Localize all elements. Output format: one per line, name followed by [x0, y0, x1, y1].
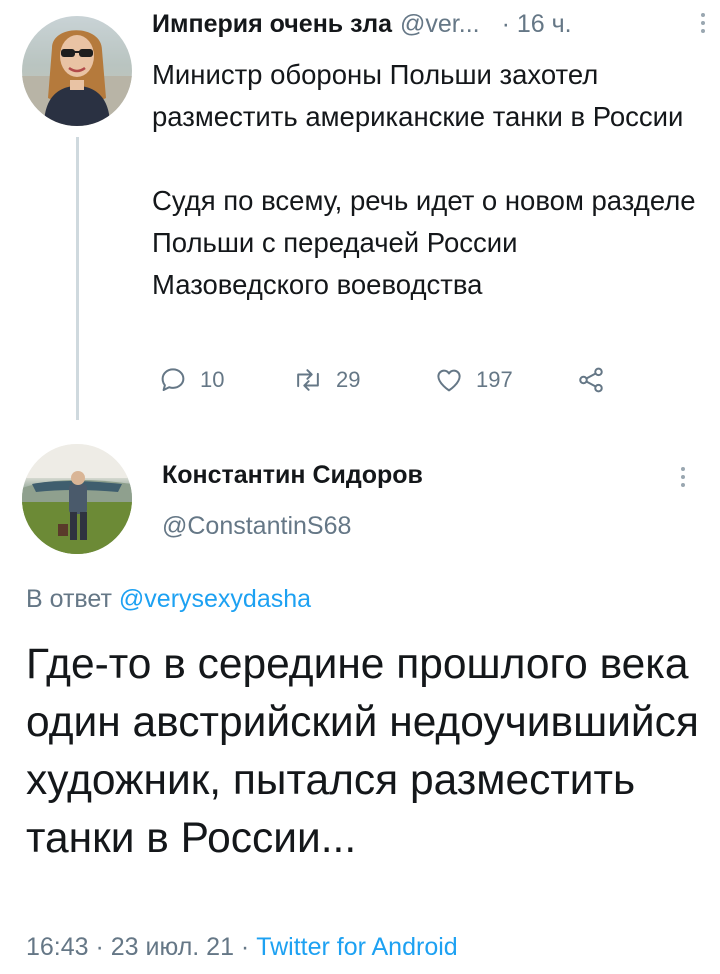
like-button[interactable]: 197	[434, 360, 513, 400]
avatar-photo	[22, 444, 132, 554]
user-handle[interactable]: @ConstantinS68	[162, 512, 351, 541]
avatar-photo	[22, 30, 132, 126]
tweet-paragraph: Министр обороны Польши захотел разместит…	[152, 59, 684, 132]
share-button[interactable]	[576, 360, 606, 400]
user-handle[interactable]: @ver...	[400, 10, 480, 39]
reply-prefix: В ответ	[26, 585, 119, 613]
like-icon	[437, 369, 461, 392]
tweet-text: Где-то в середине прошлого века один авс…	[26, 641, 699, 862]
thread-line	[76, 137, 79, 420]
reply-mention-link[interactable]: @verysexydasha	[119, 585, 311, 613]
reply-context: В ответ @verysexydasha	[26, 585, 311, 614]
share-icon	[579, 367, 603, 393]
retweet-icon	[297, 369, 319, 391]
display-name[interactable]: Империя очень зла	[152, 10, 392, 39]
avatar[interactable]	[22, 444, 132, 554]
tweet-actions: 10 29 197	[152, 360, 632, 400]
tweet-text: Министр обороны Польши захотел разместит…	[152, 54, 697, 306]
reply-button[interactable]: 10	[158, 360, 224, 400]
retweet-count: 29	[336, 367, 361, 392]
tweet-header: Империя очень зла @ver... · 16 ч.	[152, 10, 700, 50]
reply-count: 10	[200, 367, 225, 392]
more-icon[interactable]	[700, 12, 706, 34]
avatar[interactable]	[22, 16, 132, 126]
tweet-meta: 16:43 · 23 июл. 21 · Twitter for Android	[26, 933, 458, 962]
retweet-button[interactable]: 29	[292, 360, 360, 400]
display-name[interactable]: Константин Сидоров	[162, 461, 423, 490]
tweet-time[interactable]: · 16 ч.	[502, 10, 572, 39]
tweet-timestamp[interactable]: 16:43 · 23 июл. 21 ·	[26, 933, 256, 961]
reply-icon	[161, 368, 185, 391]
tweet-paragraph: Судя по всему, речь идет о новом разделе…	[152, 185, 696, 300]
more-icon[interactable]	[680, 466, 686, 488]
tweet-source-link[interactable]: Twitter for Android	[256, 933, 457, 961]
like-count: 197	[476, 367, 513, 392]
